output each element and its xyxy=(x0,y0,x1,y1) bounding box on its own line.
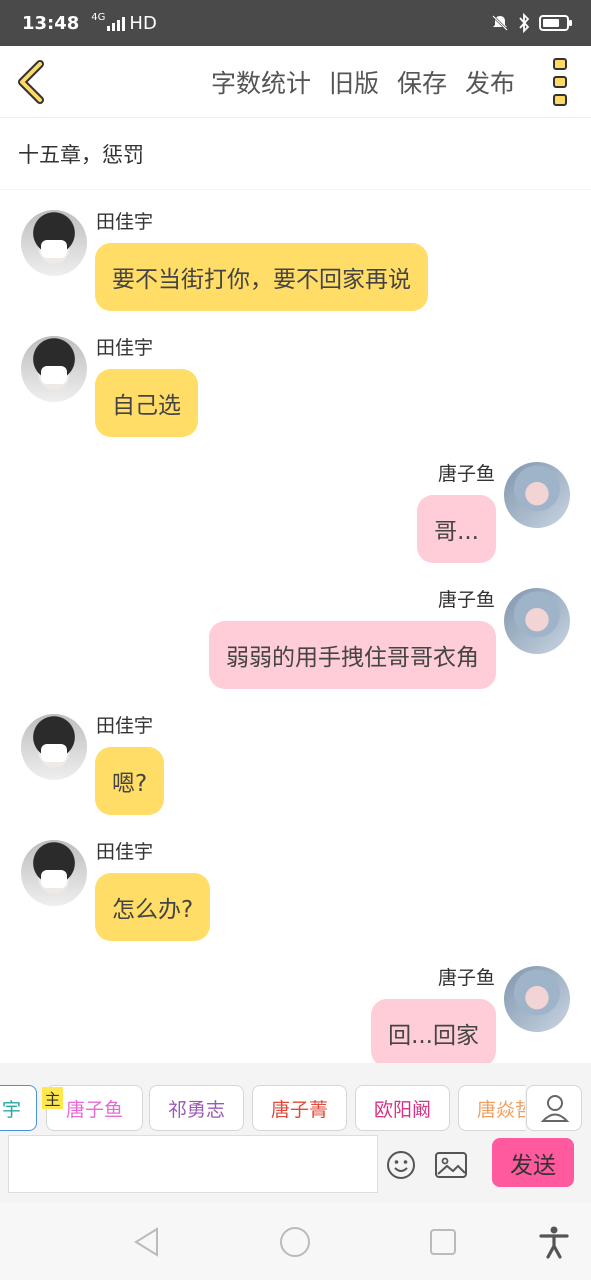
publish-button[interactable]: 发布 xyxy=(465,64,515,100)
old-version-button[interactable]: 旧版 xyxy=(329,64,379,100)
character-chip[interactable]: 唐焱哲 xyxy=(458,1085,525,1131)
signal-icon xyxy=(107,15,126,31)
message-bubble[interactable]: 弱弱的用手拽住哥哥衣角 xyxy=(209,621,496,689)
bluetooth-icon xyxy=(519,13,530,33)
accessibility-icon[interactable] xyxy=(537,1225,571,1259)
message-bubble[interactable]: 自己选 xyxy=(95,369,198,437)
character-selector[interactable]: 宇 唐子鱼 祁勇志 唐子菁 欧阳阚 唐焱哲 xyxy=(0,1085,525,1131)
person-icon xyxy=(540,1095,570,1122)
battery-icon xyxy=(539,15,572,31)
emoji-icon[interactable] xyxy=(386,1150,416,1180)
character-manager-button[interactable] xyxy=(526,1085,582,1131)
avatar[interactable] xyxy=(21,210,87,276)
hd-label: HD xyxy=(129,12,157,34)
nav-recents-icon[interactable] xyxy=(426,1225,460,1259)
avatar[interactable] xyxy=(21,840,87,906)
avatar[interactable] xyxy=(504,588,570,654)
nav-home-icon[interactable] xyxy=(278,1225,312,1259)
sender-name: 田佳宇 xyxy=(96,841,154,863)
avatar[interactable] xyxy=(21,714,87,780)
message-bubble[interactable]: 回...回家 xyxy=(371,999,496,1063)
network-type: 4G xyxy=(91,12,106,23)
message-bubble[interactable]: 要不当街打你，要不回家再说 xyxy=(95,243,428,311)
sender-name: 唐子鱼 xyxy=(437,967,495,989)
character-chip[interactable]: 欧阳阚 xyxy=(355,1085,450,1131)
status-bar: 13:48 4G HD xyxy=(0,0,591,46)
back-arrow-icon[interactable] xyxy=(14,60,54,104)
avatar[interactable] xyxy=(504,966,570,1032)
mute-icon xyxy=(492,15,508,31)
avatar[interactable] xyxy=(21,336,87,402)
system-nav-bar xyxy=(0,1203,591,1280)
avatar[interactable] xyxy=(504,462,570,528)
message-bubble[interactable]: 哥... xyxy=(417,495,496,563)
character-chip[interactable]: 宇 xyxy=(0,1085,37,1131)
sender-name: 田佳宇 xyxy=(96,337,154,359)
message-input[interactable] xyxy=(8,1135,378,1193)
sender-name: 唐子鱼 xyxy=(437,589,495,611)
word-count-button[interactable]: 字数统计 xyxy=(211,64,311,100)
save-button[interactable]: 保存 xyxy=(397,64,447,100)
message-bubble[interactable]: 嗯? xyxy=(95,747,165,815)
main-character-badge: 主 xyxy=(42,1087,63,1109)
message-list[interactable]: 田佳宇 要不当街打你，要不回家再说 田佳宇 自己选 唐子鱼 哥... 唐子鱼 弱… xyxy=(0,190,591,1063)
message-bubble[interactable]: 怎么办? xyxy=(95,873,211,941)
sender-name: 田佳宇 xyxy=(96,211,154,233)
chapter-title[interactable]: 十五章，惩罚 xyxy=(0,118,591,190)
sender-name: 田佳宇 xyxy=(96,715,154,737)
sender-name: 唐子鱼 xyxy=(437,463,495,485)
send-button[interactable]: 发送 xyxy=(492,1138,574,1187)
more-menu-icon[interactable] xyxy=(551,58,569,106)
composer: 宇 唐子鱼 祁勇志 唐子菁 欧阳阚 唐焱哲 主 发送 xyxy=(0,1063,591,1203)
character-chip[interactable]: 唐子菁 xyxy=(252,1085,347,1131)
clock: 13:48 xyxy=(22,12,80,34)
nav-back-icon[interactable] xyxy=(130,1225,164,1259)
character-chip[interactable]: 祁勇志 xyxy=(149,1085,244,1131)
image-icon[interactable] xyxy=(435,1152,467,1178)
editor-toolbar: 字数统计 旧版 保存 发布 xyxy=(0,46,591,118)
